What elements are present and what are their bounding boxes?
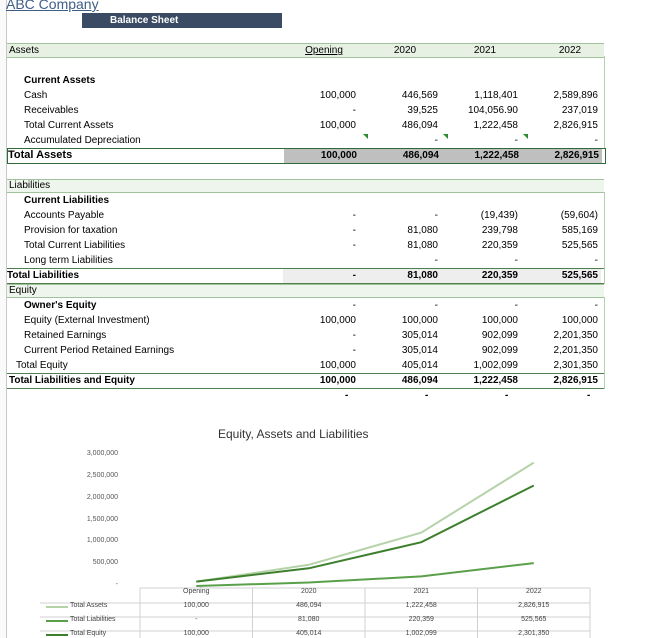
x-category-label: 2022 [525, 588, 542, 595]
table-value: 2,826,915 [518, 602, 550, 609]
x-category-label: 2020 [300, 588, 317, 595]
legend-label: Total Assets [70, 602, 108, 609]
legend-swatch [46, 606, 68, 608]
table-value: 100,000 [183, 602, 209, 609]
table-value: 525,565 [521, 616, 547, 623]
legend-swatch [46, 634, 68, 636]
table-value: 1,222,458 [405, 602, 437, 609]
x-category-label: Opening [183, 588, 210, 595]
table-value: 2,301,350 [518, 630, 550, 637]
table-value: - [195, 616, 198, 623]
legend-swatch [46, 620, 68, 622]
table-value: 486,094 [296, 602, 322, 609]
line-chart[interactable] [0, 0, 656, 638]
series-line-2[interactable] [196, 484, 535, 583]
table-value: 1,002,099 [405, 630, 437, 637]
legend-label: Total Liabilities [70, 616, 116, 623]
table-value: 100,000 [183, 630, 209, 637]
table-value: 81,080 [298, 616, 320, 623]
series-line-0[interactable] [196, 461, 535, 583]
table-value: 405,014 [296, 630, 322, 637]
x-category-label: 2021 [413, 588, 430, 595]
table-value: 220,359 [408, 616, 434, 623]
legend-label: Total Equity [70, 630, 107, 637]
